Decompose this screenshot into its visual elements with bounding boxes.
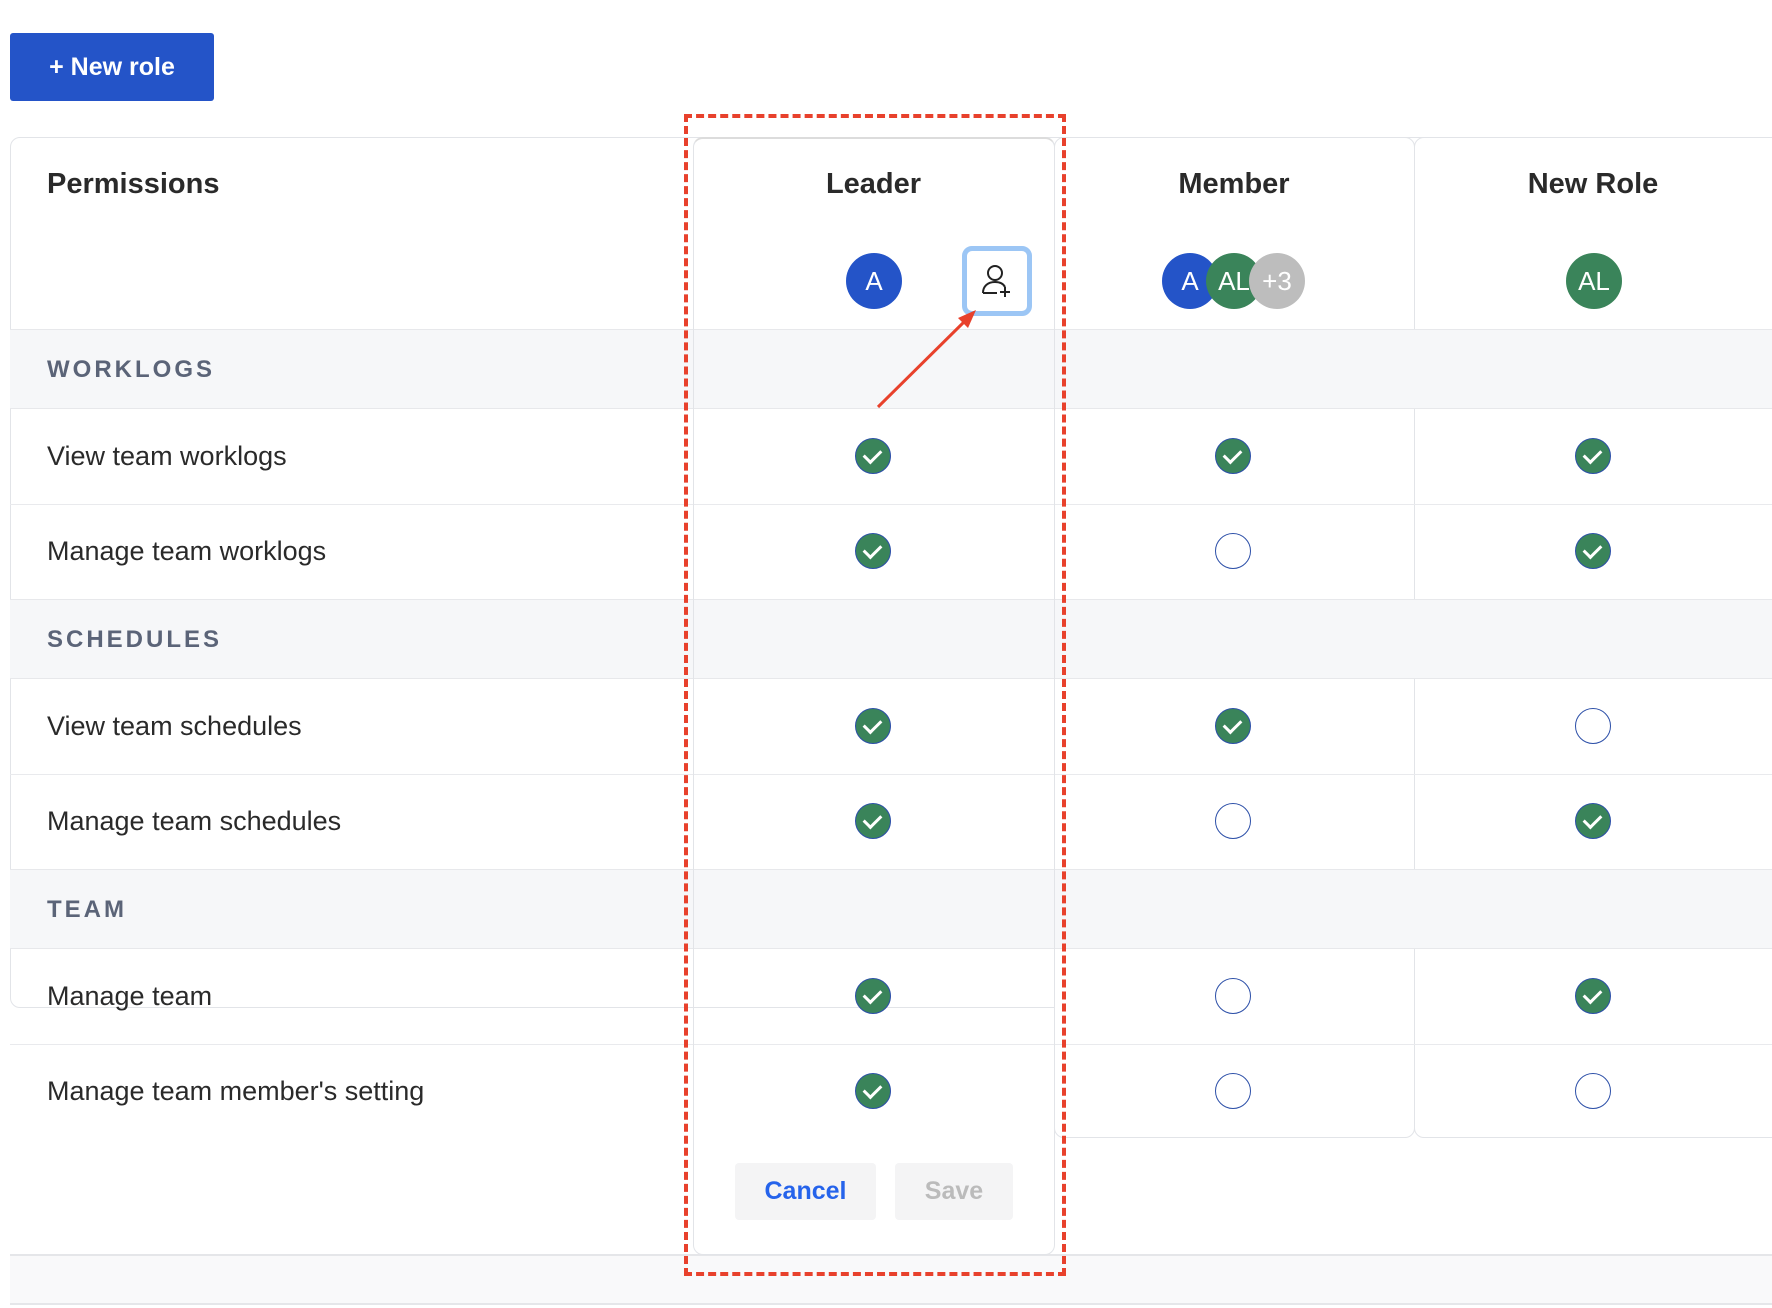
arrow-annotation [876,310,976,409]
